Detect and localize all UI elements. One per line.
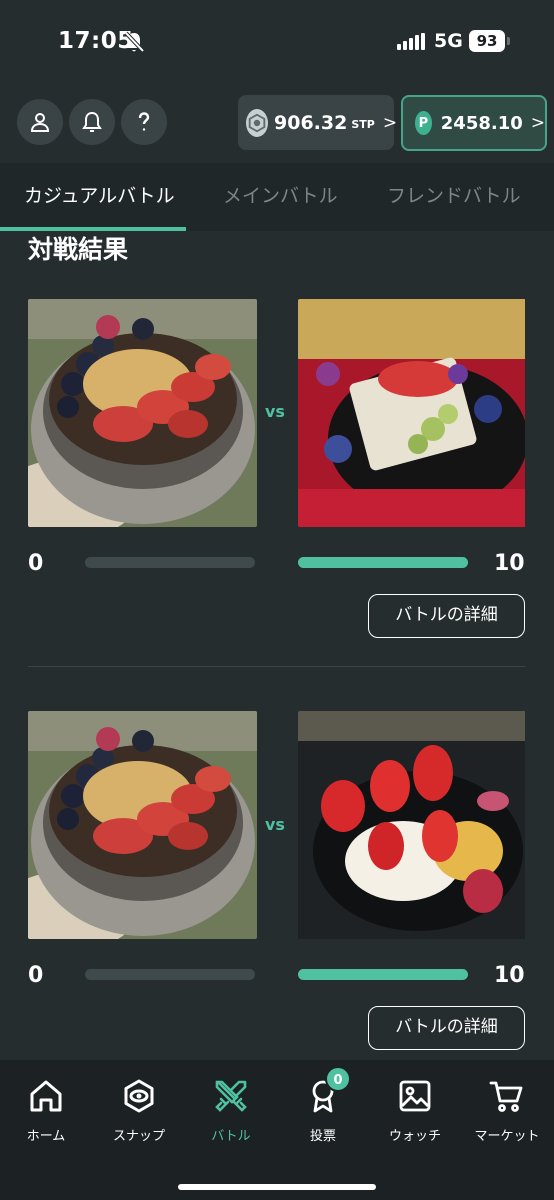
notifications-button[interactable]	[69, 99, 115, 145]
battle-1-details-button[interactable]: バトルの詳細	[368, 594, 525, 638]
vote-count-badge: 0	[325, 1066, 351, 1092]
battery-nub	[507, 37, 510, 45]
vs-label: vs	[265, 402, 285, 421]
battle-divider	[28, 666, 525, 667]
nav-market-label: マーケット	[474, 1129, 540, 1144]
battle-1-right-photo[interactable]	[298, 299, 527, 527]
stp-balance-value: 906.32	[274, 111, 348, 134]
battery-level: 93	[469, 30, 505, 52]
battle-2-right-bar-track	[298, 969, 468, 980]
points-balance-button[interactable]: P 2458.10 >	[401, 95, 547, 151]
stp-balance-button[interactable]: 906.32 STP >	[238, 95, 398, 150]
tab-main-battle[interactable]: メインバトル	[223, 181, 338, 208]
battle-2-details-button[interactable]: バトルの詳細	[368, 1006, 525, 1050]
nav-vote[interactable]: 投票	[283, 1078, 363, 1144]
network-type: 5G	[434, 30, 463, 52]
battle-2-right-photo[interactable]	[298, 711, 527, 939]
status-time: 17:05	[58, 28, 134, 54]
bell-muted-icon	[124, 31, 144, 53]
chevron-right-icon: >	[382, 112, 398, 133]
nav-home-label: ホーム	[26, 1129, 66, 1144]
snap-icon	[124, 1079, 154, 1113]
help-button[interactable]	[121, 99, 167, 145]
battle-2-right-bar-fill	[298, 969, 468, 980]
nav-vote-label: 投票	[309, 1129, 336, 1144]
home-icon	[30, 1080, 62, 1112]
nav-market[interactable]: マーケット	[467, 1078, 547, 1144]
bell-icon	[82, 111, 102, 132]
battle-1-left-photo[interactable]	[28, 299, 257, 527]
signal-icon	[397, 33, 425, 50]
battle-1-left-bar-track	[85, 557, 255, 568]
battle-2-left-bar-track	[85, 969, 255, 980]
user-icon	[30, 113, 50, 132]
image-icon	[399, 1080, 431, 1112]
nav-home[interactable]: ホーム	[6, 1078, 86, 1144]
status-bar: 17:05 5G 93	[0, 0, 554, 85]
battle-2-left-score: 0	[28, 963, 44, 988]
battle-1-right-bar-track	[298, 557, 468, 568]
home-indicator	[178, 1184, 376, 1190]
points-balance-value: 2458.10	[440, 112, 523, 134]
battle-1-right-bar-fill	[298, 557, 468, 568]
cart-icon	[489, 1081, 523, 1112]
battle-2-left-photo[interactable]	[28, 711, 257, 939]
nav-battle[interactable]: バトル	[191, 1078, 271, 1144]
profile-button[interactable]	[17, 99, 63, 145]
nav-snap[interactable]: スナップ	[99, 1078, 179, 1144]
tab-casual-battle[interactable]: カジュアルバトル	[24, 181, 175, 208]
battle-2-right-score: 10	[494, 963, 525, 988]
vs-label: vs	[265, 815, 285, 834]
battle-1-right-score: 10	[494, 551, 525, 576]
nav-battle-label: バトル	[211, 1129, 251, 1144]
help-icon	[138, 112, 150, 131]
stp-coin-icon	[246, 108, 268, 137]
page-title: 対戦結果	[28, 235, 129, 264]
points-coin-icon: P	[415, 111, 432, 135]
chevron-right-icon: >	[530, 113, 545, 133]
battle-swords-icon	[215, 1080, 247, 1112]
tab-friend-battle[interactable]: フレンドバトル	[387, 181, 521, 208]
nav-watch-label: ウォッチ	[388, 1129, 441, 1144]
stp-unit-label: STP	[351, 118, 375, 131]
nav-watch[interactable]: ウォッチ	[375, 1078, 455, 1144]
battle-1-left-score: 0	[28, 551, 44, 576]
nav-snap-label: スナップ	[112, 1129, 165, 1144]
